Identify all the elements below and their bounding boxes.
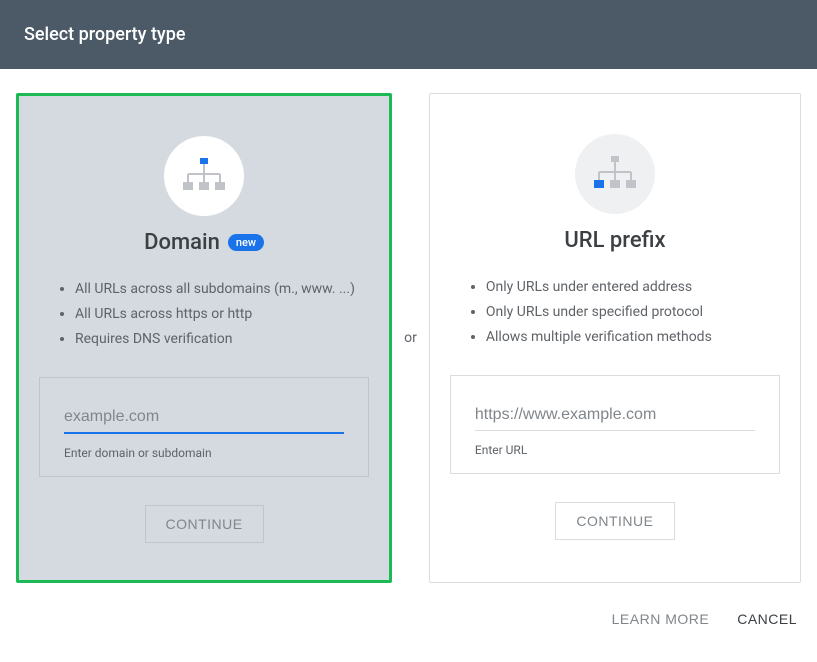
new-badge: new: [228, 234, 264, 251]
dialog-footer: LEARN MORE CANCEL: [0, 599, 817, 627]
url-feature: Allows multiple verification methods: [486, 325, 780, 350]
domain-card[interactable]: Domain new All URLs across all subdomain…: [16, 93, 392, 583]
url-helper: Enter URL: [475, 443, 755, 457]
domain-continue-button[interactable]: CONTINUE: [145, 505, 264, 543]
url-feature: Only URLs under entered address: [486, 275, 780, 300]
domain-title: Domain: [144, 230, 220, 255]
cancel-button[interactable]: CANCEL: [737, 611, 797, 627]
domain-feature: All URLs across https or http: [75, 302, 369, 327]
domain-feature: All URLs across all subdomains (m., www.…: [75, 277, 369, 302]
domain-helper: Enter domain or subdomain: [64, 446, 344, 460]
domain-input[interactable]: [64, 402, 344, 434]
url-input[interactable]: [475, 400, 755, 431]
or-separator: or: [404, 330, 417, 346]
domain-icon: [164, 136, 244, 216]
url-continue-button[interactable]: CONTINUE: [555, 502, 674, 540]
domain-input-box: Enter domain or subdomain: [39, 377, 369, 477]
domain-features: All URLs across all subdomains (m., www.…: [39, 277, 369, 353]
dialog-header: Select property type: [0, 0, 817, 69]
url-input-box: Enter URL: [450, 375, 780, 474]
domain-title-row: Domain new: [144, 230, 264, 255]
dialog-title: Select property type: [24, 24, 186, 45]
url-features: Only URLs under entered address Only URL…: [450, 275, 780, 351]
learn-more-button[interactable]: LEARN MORE: [612, 611, 710, 627]
url-feature: Only URLs under specified protocol: [486, 300, 780, 325]
domain-feature: Requires DNS verification: [75, 327, 369, 352]
url-title: URL prefix: [564, 228, 665, 253]
url-prefix-icon: [575, 134, 655, 214]
dialog-content: Domain new All URLs across all subdomain…: [0, 69, 817, 599]
url-prefix-card[interactable]: URL prefix Only URLs under entered addre…: [429, 93, 801, 583]
url-title-row: URL prefix: [564, 228, 665, 253]
